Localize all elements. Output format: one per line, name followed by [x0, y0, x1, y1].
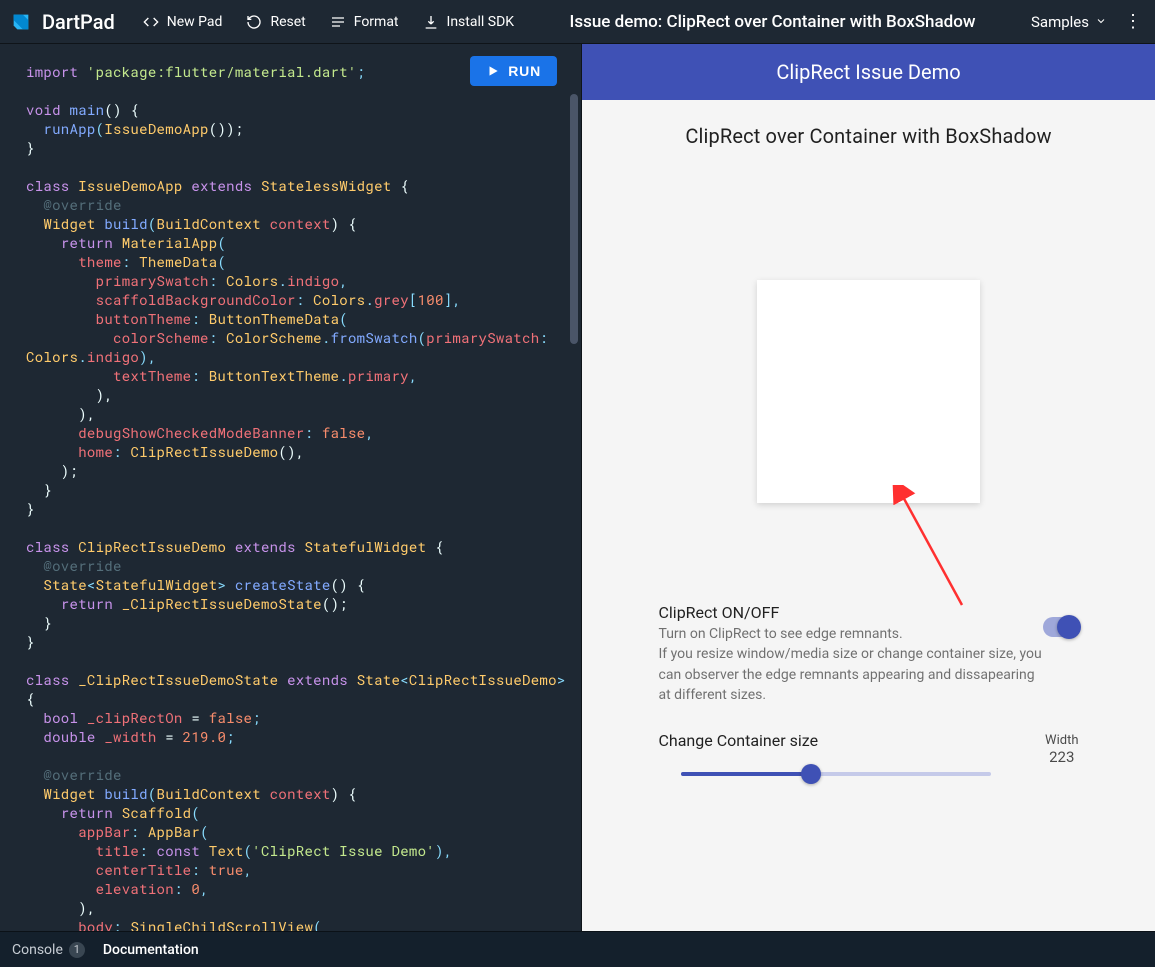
slider-row: Change Container size Width 223 — [659, 731, 1079, 792]
switch-thumb — [1057, 615, 1081, 639]
width-display: Width 223 — [1045, 733, 1078, 792]
cliprect-toggle-subtitle: Turn on ClipRect to see edge remnants. I… — [659, 624, 1043, 705]
brand-label: DartPad — [42, 10, 115, 34]
controls-panel: ClipRect ON/OFF Turn on ClipRect to see … — [659, 603, 1079, 792]
refresh-icon — [246, 14, 262, 30]
new-pad-button[interactable]: New Pad — [133, 8, 233, 36]
format-button[interactable]: Format — [320, 8, 409, 36]
slider-wrap: Change Container size — [659, 731, 1046, 792]
format-label: Format — [354, 14, 399, 30]
download-icon — [423, 14, 439, 30]
width-value: 223 — [1045, 748, 1078, 766]
more-menu-button[interactable]: ⋮ — [1121, 11, 1145, 32]
install-sdk-button[interactable]: Install SDK — [413, 8, 525, 36]
documentation-tab[interactable]: Documentation — [103, 942, 199, 958]
reset-label: Reset — [270, 14, 305, 30]
console-tab-label: Console — [12, 942, 63, 958]
cliprect-switch[interactable] — [1043, 617, 1079, 637]
width-label: Width — [1045, 733, 1078, 748]
demo-container-box — [757, 280, 980, 503]
slider-thumb — [801, 764, 821, 784]
documentation-tab-label: Documentation — [103, 942, 199, 958]
annotation-arrow — [892, 485, 972, 615]
code-editor[interactable]: import 'package:flutter/material.dart'; … — [0, 44, 581, 931]
format-icon — [330, 14, 346, 30]
appbar-title: ClipRect Issue Demo — [776, 60, 960, 84]
more-vert-icon: ⋮ — [1124, 11, 1142, 32]
cliprect-toggle-text: ClipRect ON/OFF Turn on ClipRect to see … — [659, 603, 1043, 705]
code-icon — [143, 14, 159, 30]
samples-label: Samples — [1031, 13, 1089, 31]
split-view: RUN import 'package:flutter/material.dar… — [0, 44, 1155, 931]
app-bar: ClipRect Issue Demo — [582, 44, 1155, 100]
console-tab[interactable]: Console 1 — [12, 942, 85, 958]
bottom-tabs: Console 1 Documentation — [0, 931, 1155, 967]
editor-pane: RUN import 'package:flutter/material.dar… — [0, 44, 582, 931]
demo-heading: ClipRect over Container with BoxShadow — [685, 124, 1051, 148]
document-title[interactable]: Issue demo: ClipRect over Container with… — [528, 12, 1017, 32]
samples-dropdown[interactable]: Samples — [1021, 7, 1117, 37]
cliprect-toggle-label: ClipRect ON/OFF — [659, 603, 1043, 622]
slider-label: Change Container size — [659, 731, 1046, 750]
console-badge: 1 — [69, 942, 85, 958]
chevron-down-icon — [1095, 13, 1107, 31]
preview-pane: ClipRect Issue Demo ClipRect over Contai… — [582, 44, 1155, 931]
slider-track-active — [681, 772, 811, 776]
install-sdk-label: Install SDK — [447, 14, 515, 30]
reset-button[interactable]: Reset — [236, 8, 315, 36]
topbar: DartPad New Pad Reset Format Install SDK… — [0, 0, 1155, 44]
new-pad-label: New Pad — [167, 14, 223, 30]
app-body: ClipRect over Container with BoxShadow C… — [582, 100, 1155, 931]
width-slider[interactable] — [681, 756, 991, 792]
dart-logo-icon — [10, 11, 32, 33]
cliprect-toggle-row: ClipRect ON/OFF Turn on ClipRect to see … — [659, 603, 1079, 705]
